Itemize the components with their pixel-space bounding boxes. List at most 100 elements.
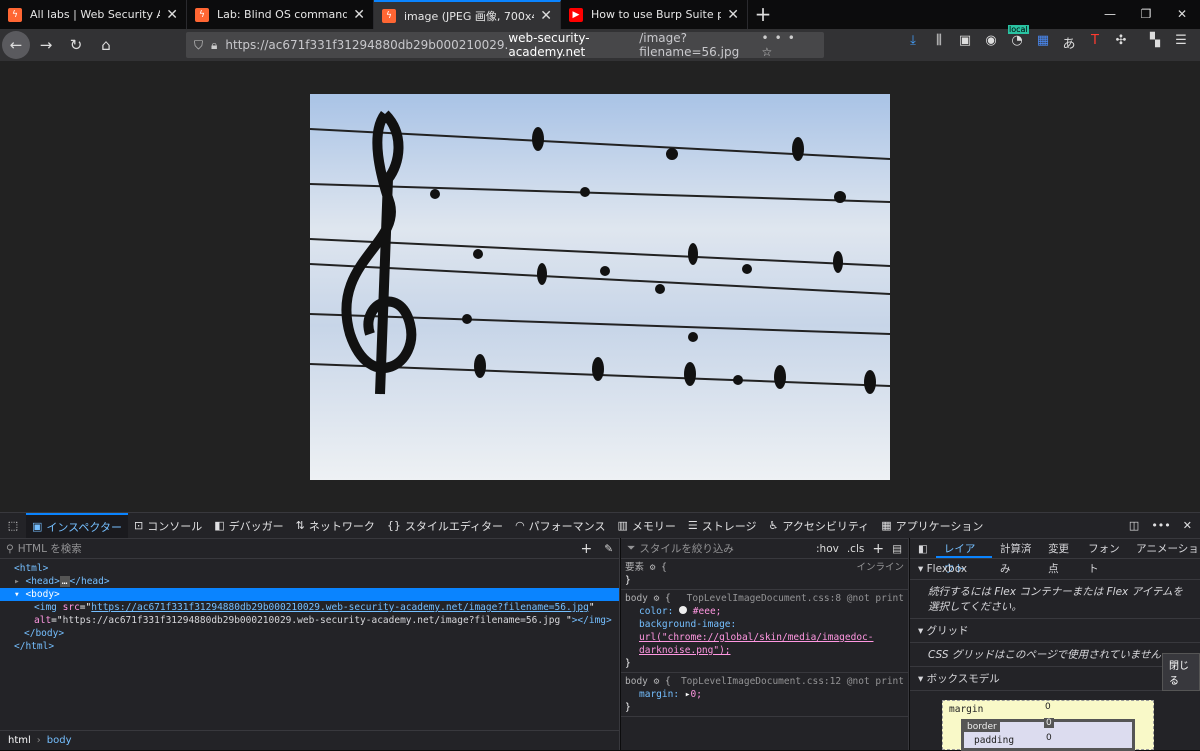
- img-node[interactable]: <img src="https://ac671f331f31294880db29…: [0, 601, 619, 614]
- crumb-body[interactable]: body: [47, 735, 72, 746]
- tab-console[interactable]: ⊡ コンソール: [128, 513, 208, 538]
- close-devtools-icon[interactable]: ✕: [1183, 519, 1192, 532]
- html-node[interactable]: <html>: [0, 562, 619, 575]
- cls-button[interactable]: .cls: [847, 543, 865, 555]
- forward-button[interactable]: →: [32, 31, 60, 59]
- html-search-input[interactable]: HTML を検索: [18, 541, 581, 556]
- markup-panel: ⚲ HTML を検索 + ✎ <html> ▸ <head>… </head> ▾…: [0, 538, 620, 750]
- music-birds-image[interactable]: [309, 94, 891, 480]
- body-rule-1[interactable]: body ⚙ {TopLevelImageDocument.css:8 @not…: [621, 590, 908, 673]
- body-close: </body>: [24, 628, 65, 639]
- tab-youtube[interactable]: ▶How to use Burp Suite projects✕: [561, 0, 748, 29]
- box-model-border[interactable]: border 0 padding 0: [961, 718, 1135, 751]
- toolbar-icons: ⤓ ⫼ ▣ ◉ ◔ local ▦ あ T ✣ ▚ ☰: [900, 25, 1194, 52]
- print-simulation-icon[interactable]: ▤: [892, 543, 902, 555]
- tab-fonts[interactable]: フォント: [1080, 539, 1128, 575]
- tab-application[interactable]: ▦ アプリケーション: [875, 513, 989, 538]
- url-bar[interactable]: ⛉ 🔒︎ https://ac671f331f31294880db29b0002…: [186, 31, 824, 59]
- head-node[interactable]: ▸ <head>… </head>: [0, 575, 619, 588]
- tab-changes[interactable]: 変更点: [1040, 539, 1080, 575]
- tab-image[interactable]: ϟimage (JPEG 画像, 700x467 px)✕: [374, 0, 561, 29]
- dock-icon[interactable]: ◫: [1129, 519, 1139, 532]
- burp-icon: ϟ: [382, 8, 396, 23]
- add-node-icon[interactable]: +: [580, 541, 592, 557]
- library-icon[interactable]: ⫼: [926, 33, 952, 52]
- hov-button[interactable]: :hov: [816, 543, 839, 555]
- more-options-icon[interactable]: •••: [1151, 519, 1170, 532]
- translate-icon[interactable]: ▦: [1030, 33, 1056, 52]
- grid-section[interactable]: ▾ グリッド: [910, 619, 1200, 643]
- extension-t-icon[interactable]: T: [1082, 33, 1108, 52]
- url-path: /image?filename=56.jpg: [639, 31, 740, 59]
- sidebar-toggle-icon[interactable]: ◧: [910, 539, 936, 558]
- element-rule[interactable]: 要素 ⚙ {インライン }: [621, 559, 908, 590]
- tab-memory[interactable]: ▥ メモリー: [611, 513, 681, 538]
- tab-performance[interactable]: ◠ パフォーマンス: [509, 513, 611, 538]
- eyedropper-icon[interactable]: ✎: [604, 543, 613, 555]
- body-node[interactable]: ▾ <body>: [0, 588, 619, 601]
- download-icon[interactable]: ⤓: [900, 33, 926, 52]
- styles-filter-input[interactable]: スタイルを絞り込み: [639, 541, 816, 556]
- tab-lab[interactable]: ϟLab: Blind OS command injectio✕: [187, 0, 374, 29]
- grid-icon: ▦: [881, 519, 892, 532]
- page-actions-icons[interactable]: ••• ☆: [762, 31, 816, 59]
- sidebar-icon[interactable]: ▣: [952, 33, 978, 52]
- close-tab-icon[interactable]: ✕: [166, 7, 178, 23]
- accessibility-icon: ♿︎: [768, 519, 779, 532]
- tab-network[interactable]: ⇅ ネットワーク: [290, 513, 381, 538]
- gauge-icon: ◠: [515, 519, 525, 532]
- close-tab-icon[interactable]: ✕: [727, 7, 739, 23]
- chevron-right-icon: ›: [36, 735, 41, 746]
- crumb-html[interactable]: html: [8, 735, 31, 746]
- tab-layout[interactable]: レイアウト: [935, 539, 992, 575]
- new-tab-button[interactable]: +: [748, 0, 778, 29]
- home-button[interactable]: ⌂: [92, 31, 120, 59]
- tab-style-editor[interactable]: {} スタイルエディター: [381, 513, 509, 538]
- flexbox-message: 続行するには Flex コンテナーまたは Flex アイテムを選択してください。: [910, 580, 1200, 619]
- close-tab-icon[interactable]: ✕: [540, 8, 552, 24]
- minimize-icon[interactable]: —: [1092, 0, 1128, 29]
- close-tab-icon[interactable]: ✕: [353, 7, 365, 23]
- menu-icon[interactable]: ☰: [1168, 33, 1194, 52]
- reload-button[interactable]: ↻: [62, 31, 90, 59]
- addon-icon[interactable]: ▚: [1142, 33, 1168, 52]
- inspector-icon: ▣: [32, 520, 43, 533]
- tab-computed[interactable]: 計算済み: [992, 539, 1040, 575]
- color-swatch[interactable]: [679, 606, 688, 614]
- shield-icon[interactable]: ⛉: [194, 38, 203, 53]
- url-domain: web-security-academy.net: [508, 31, 590, 59]
- extension-local-icon[interactable]: ◔ local: [1004, 25, 1030, 52]
- back-button[interactable]: ←: [2, 31, 30, 59]
- local-badge: local: [1008, 25, 1029, 34]
- close-tooltip: 閉じる: [1162, 653, 1200, 691]
- boxmodel-section[interactable]: ▾ ボックスモデル: [910, 667, 1200, 691]
- body-rule-2[interactable]: body ⚙ {TopLevelImageDocument.css:12 @no…: [621, 673, 908, 717]
- youtube-icon: ▶: [569, 7, 583, 22]
- burp-icon: ϟ: [195, 7, 209, 22]
- tab-all-labs[interactable]: ϟAll labs | Web Security Academ✕: [0, 0, 187, 29]
- grid-message: CSS グリッドはこのページで使用されていません: [910, 643, 1200, 667]
- html-close: </html>: [14, 641, 55, 652]
- devtools-toolbar: ⬚ ▣ インスペクター ⊡ コンソール ◧ デバッガー ⇅ ネットワーク {} スタイルエ…: [0, 512, 1200, 538]
- nav-bar: ← → ↻ ⌂ ⛉ 🔒︎ https://ac671f331f31294880d…: [0, 25, 1200, 61]
- styles-filter: ⏷ スタイルを絞り込み :hov .cls + ▤: [621, 539, 908, 559]
- tab-animations[interactable]: アニメーション: [1128, 539, 1200, 558]
- pick-element-icon[interactable]: ⬚: [0, 519, 26, 532]
- image-viewport: [0, 61, 1200, 512]
- translate2-icon[interactable]: あ: [1056, 33, 1082, 52]
- img-alt-attr: alt="https://ac671f331f31294880db29b0002…: [34, 615, 612, 626]
- tab-storage[interactable]: ☰ ストレージ: [682, 513, 763, 538]
- add-rule-icon[interactable]: +: [872, 541, 884, 557]
- restore-icon[interactable]: ❐: [1128, 0, 1164, 29]
- tab-debugger[interactable]: ◧ デバッガー: [208, 513, 289, 538]
- tab-accessibility[interactable]: ♿︎ アクセシビリティ: [763, 513, 876, 538]
- account-icon[interactable]: ◉: [978, 33, 1004, 52]
- network-icon: ⇅: [295, 519, 305, 532]
- box-model-margin[interactable]: margin 0 border 0 padding 0: [942, 700, 1154, 751]
- breadcrumb: html › body: [0, 730, 620, 750]
- tab-inspector[interactable]: ▣ インスペクター: [26, 513, 128, 538]
- close-window-icon[interactable]: ✕: [1164, 0, 1200, 29]
- extensions-icon[interactable]: ✣: [1108, 33, 1134, 52]
- console-icon: ⊡: [133, 519, 144, 532]
- lock-icon[interactable]: 🔒︎: [211, 38, 217, 53]
